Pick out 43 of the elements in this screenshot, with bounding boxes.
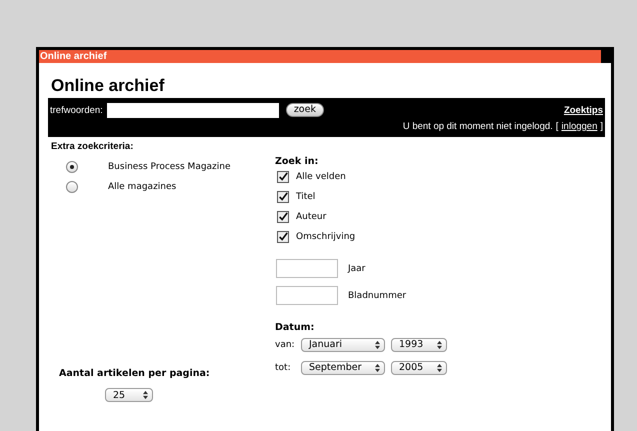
year-select[interactable]: 2005 xyxy=(391,360,447,374)
search-label: trefwoorden: xyxy=(50,104,103,116)
checkbox[interactable] xyxy=(277,231,289,243)
year-select[interactable]: 1993 xyxy=(391,338,447,352)
window-title: Online archief xyxy=(39,50,107,63)
checkbox-label: Titel xyxy=(296,192,316,202)
login-link[interactable]: inloggen xyxy=(561,121,598,132)
search-tips-link[interactable]: Zoektips xyxy=(564,104,603,116)
input-field[interactable] xyxy=(276,259,338,278)
title-bar-end xyxy=(601,50,611,63)
search-button[interactable]: zoek xyxy=(286,103,324,117)
date-label: tot: xyxy=(275,362,292,372)
page-heading: Online archief xyxy=(50,75,166,97)
field-label: Bladnummer xyxy=(348,290,406,300)
stepper-icon xyxy=(374,340,381,350)
per-page-label: Aantal artikelen per pagina: xyxy=(58,368,211,379)
input-field[interactable] xyxy=(276,286,338,305)
radio-label: Alle magazines xyxy=(108,182,176,192)
checkbox[interactable] xyxy=(277,171,289,183)
checkbox-label: Auteur xyxy=(296,212,326,222)
bracket-close: ] xyxy=(600,121,603,132)
radio-label: Business Process Magazine xyxy=(108,162,231,172)
stepper-icon xyxy=(436,340,443,350)
login-message: U bent op dit moment niet ingelogd. xyxy=(402,121,553,132)
section-title: Extra zoekcriteria: xyxy=(50,140,134,152)
checkbox[interactable] xyxy=(277,211,289,223)
per-page-select[interactable]: 25 xyxy=(105,388,153,402)
zoek-in-title: Zoek in: xyxy=(275,156,320,167)
month-select[interactable]: September xyxy=(301,360,385,374)
checkbox-label: Alle velden xyxy=(296,172,346,182)
checkbox[interactable] xyxy=(277,191,289,203)
stepper-icon xyxy=(142,390,149,400)
field-label: Jaar xyxy=(348,264,366,274)
radio-button[interactable] xyxy=(66,161,78,173)
search-field[interactable] xyxy=(106,102,279,118)
checkbox-label: Omschrijving xyxy=(296,232,356,242)
radio-button[interactable] xyxy=(66,181,78,193)
month-select[interactable]: Januari xyxy=(301,338,385,352)
datum-title: Datum: xyxy=(275,322,316,333)
date-label: van: xyxy=(275,340,295,350)
stepper-icon xyxy=(374,362,381,372)
bracket-open: [ xyxy=(556,121,558,132)
stepper-icon xyxy=(436,362,443,372)
